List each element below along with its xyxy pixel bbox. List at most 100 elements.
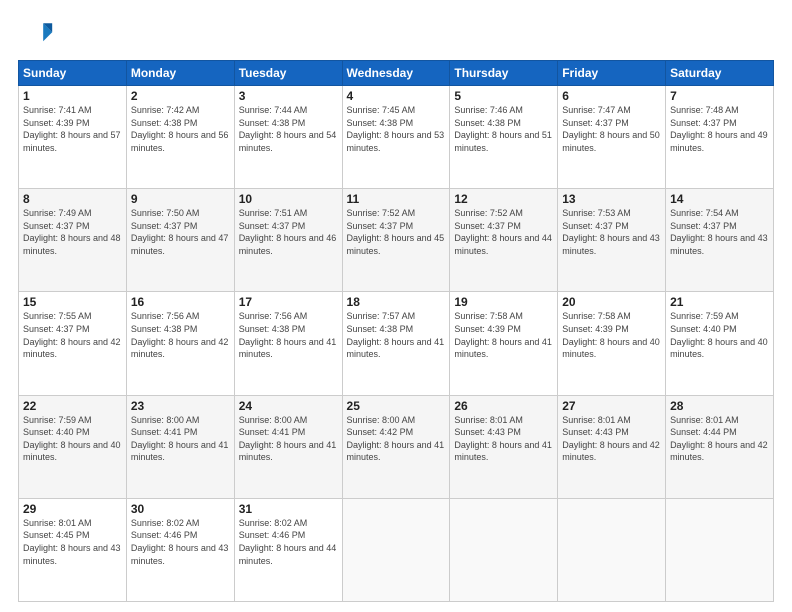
day-number: 16 [131, 295, 230, 309]
day-info: Sunrise: 7:58 AMSunset: 4:39 PMDaylight:… [454, 311, 552, 359]
day-number: 28 [670, 399, 769, 413]
day-info: Sunrise: 8:00 AMSunset: 4:41 PMDaylight:… [131, 415, 229, 463]
day-number: 19 [454, 295, 553, 309]
day-number: 24 [239, 399, 338, 413]
calendar-cell: 14 Sunrise: 7:54 AMSunset: 4:37 PMDaylig… [666, 189, 774, 292]
day-info: Sunrise: 7:45 AMSunset: 4:38 PMDaylight:… [347, 105, 445, 153]
day-number: 15 [23, 295, 122, 309]
day-info: Sunrise: 7:46 AMSunset: 4:38 PMDaylight:… [454, 105, 552, 153]
calendar-cell: 21 Sunrise: 7:59 AMSunset: 4:40 PMDaylig… [666, 292, 774, 395]
calendar-day-header: Tuesday [234, 61, 342, 86]
day-number: 4 [347, 89, 446, 103]
calendar-cell: 20 Sunrise: 7:58 AMSunset: 4:39 PMDaylig… [558, 292, 666, 395]
day-info: Sunrise: 7:57 AMSunset: 4:38 PMDaylight:… [347, 311, 445, 359]
day-number: 11 [347, 192, 446, 206]
day-number: 29 [23, 502, 122, 516]
day-number: 9 [131, 192, 230, 206]
calendar-cell: 11 Sunrise: 7:52 AMSunset: 4:37 PMDaylig… [342, 189, 450, 292]
calendar-day-header: Saturday [666, 61, 774, 86]
day-number: 31 [239, 502, 338, 516]
calendar-cell: 6 Sunrise: 7:47 AMSunset: 4:37 PMDayligh… [558, 86, 666, 189]
calendar-cell: 15 Sunrise: 7:55 AMSunset: 4:37 PMDaylig… [19, 292, 127, 395]
calendar-cell: 24 Sunrise: 8:00 AMSunset: 4:41 PMDaylig… [234, 395, 342, 498]
day-number: 20 [562, 295, 661, 309]
calendar-cell: 5 Sunrise: 7:46 AMSunset: 4:38 PMDayligh… [450, 86, 558, 189]
day-info: Sunrise: 7:52 AMSunset: 4:37 PMDaylight:… [454, 208, 552, 256]
calendar-cell [342, 498, 450, 601]
day-info: Sunrise: 8:00 AMSunset: 4:42 PMDaylight:… [347, 415, 445, 463]
calendar-week-row: 22 Sunrise: 7:59 AMSunset: 4:40 PMDaylig… [19, 395, 774, 498]
logo-icon [18, 16, 54, 52]
day-info: Sunrise: 7:54 AMSunset: 4:37 PMDaylight:… [670, 208, 768, 256]
day-info: Sunrise: 7:50 AMSunset: 4:37 PMDaylight:… [131, 208, 229, 256]
calendar-cell: 27 Sunrise: 8:01 AMSunset: 4:43 PMDaylig… [558, 395, 666, 498]
day-number: 1 [23, 89, 122, 103]
day-info: Sunrise: 7:58 AMSunset: 4:39 PMDaylight:… [562, 311, 660, 359]
day-info: Sunrise: 7:48 AMSunset: 4:37 PMDaylight:… [670, 105, 768, 153]
day-number: 27 [562, 399, 661, 413]
calendar-header-row: SundayMondayTuesdayWednesdayThursdayFrid… [19, 61, 774, 86]
page: SundayMondayTuesdayWednesdayThursdayFrid… [0, 0, 792, 612]
calendar-cell: 26 Sunrise: 8:01 AMSunset: 4:43 PMDaylig… [450, 395, 558, 498]
day-number: 25 [347, 399, 446, 413]
logo [18, 16, 58, 52]
day-number: 7 [670, 89, 769, 103]
calendar-week-row: 1 Sunrise: 7:41 AMSunset: 4:39 PMDayligh… [19, 86, 774, 189]
day-info: Sunrise: 7:47 AMSunset: 4:37 PMDaylight:… [562, 105, 660, 153]
day-info: Sunrise: 7:51 AMSunset: 4:37 PMDaylight:… [239, 208, 337, 256]
calendar-week-row: 15 Sunrise: 7:55 AMSunset: 4:37 PMDaylig… [19, 292, 774, 395]
day-number: 30 [131, 502, 230, 516]
day-info: Sunrise: 7:44 AMSunset: 4:38 PMDaylight:… [239, 105, 337, 153]
calendar-cell: 28 Sunrise: 8:01 AMSunset: 4:44 PMDaylig… [666, 395, 774, 498]
calendar-day-header: Monday [126, 61, 234, 86]
day-info: Sunrise: 8:00 AMSunset: 4:41 PMDaylight:… [239, 415, 337, 463]
calendar-week-row: 29 Sunrise: 8:01 AMSunset: 4:45 PMDaylig… [19, 498, 774, 601]
calendar-week-row: 8 Sunrise: 7:49 AMSunset: 4:37 PMDayligh… [19, 189, 774, 292]
day-number: 10 [239, 192, 338, 206]
calendar-cell: 31 Sunrise: 8:02 AMSunset: 4:46 PMDaylig… [234, 498, 342, 601]
day-number: 18 [347, 295, 446, 309]
day-number: 3 [239, 89, 338, 103]
day-info: Sunrise: 7:55 AMSunset: 4:37 PMDaylight:… [23, 311, 121, 359]
calendar-cell: 17 Sunrise: 7:56 AMSunset: 4:38 PMDaylig… [234, 292, 342, 395]
calendar-cell: 4 Sunrise: 7:45 AMSunset: 4:38 PMDayligh… [342, 86, 450, 189]
calendar-cell: 29 Sunrise: 8:01 AMSunset: 4:45 PMDaylig… [19, 498, 127, 601]
day-info: Sunrise: 7:56 AMSunset: 4:38 PMDaylight:… [131, 311, 229, 359]
day-info: Sunrise: 7:56 AMSunset: 4:38 PMDaylight:… [239, 311, 337, 359]
calendar-cell: 1 Sunrise: 7:41 AMSunset: 4:39 PMDayligh… [19, 86, 127, 189]
day-info: Sunrise: 7:53 AMSunset: 4:37 PMDaylight:… [562, 208, 660, 256]
calendar-cell: 7 Sunrise: 7:48 AMSunset: 4:37 PMDayligh… [666, 86, 774, 189]
calendar-cell: 16 Sunrise: 7:56 AMSunset: 4:38 PMDaylig… [126, 292, 234, 395]
day-number: 5 [454, 89, 553, 103]
calendar-day-header: Thursday [450, 61, 558, 86]
calendar-cell: 9 Sunrise: 7:50 AMSunset: 4:37 PMDayligh… [126, 189, 234, 292]
day-info: Sunrise: 8:01 AMSunset: 4:44 PMDaylight:… [670, 415, 768, 463]
day-number: 13 [562, 192, 661, 206]
day-info: Sunrise: 7:42 AMSunset: 4:38 PMDaylight:… [131, 105, 229, 153]
header [18, 16, 774, 52]
calendar-cell: 30 Sunrise: 8:02 AMSunset: 4:46 PMDaylig… [126, 498, 234, 601]
day-info: Sunrise: 7:52 AMSunset: 4:37 PMDaylight:… [347, 208, 445, 256]
calendar-cell: 19 Sunrise: 7:58 AMSunset: 4:39 PMDaylig… [450, 292, 558, 395]
calendar-cell: 18 Sunrise: 7:57 AMSunset: 4:38 PMDaylig… [342, 292, 450, 395]
calendar-cell: 23 Sunrise: 8:00 AMSunset: 4:41 PMDaylig… [126, 395, 234, 498]
calendar-cell: 12 Sunrise: 7:52 AMSunset: 4:37 PMDaylig… [450, 189, 558, 292]
day-info: Sunrise: 7:49 AMSunset: 4:37 PMDaylight:… [23, 208, 121, 256]
day-number: 6 [562, 89, 661, 103]
calendar-cell: 25 Sunrise: 8:00 AMSunset: 4:42 PMDaylig… [342, 395, 450, 498]
day-number: 14 [670, 192, 769, 206]
day-number: 21 [670, 295, 769, 309]
calendar-cell: 22 Sunrise: 7:59 AMSunset: 4:40 PMDaylig… [19, 395, 127, 498]
day-number: 2 [131, 89, 230, 103]
calendar-cell: 10 Sunrise: 7:51 AMSunset: 4:37 PMDaylig… [234, 189, 342, 292]
day-number: 12 [454, 192, 553, 206]
calendar-cell: 2 Sunrise: 7:42 AMSunset: 4:38 PMDayligh… [126, 86, 234, 189]
day-info: Sunrise: 8:01 AMSunset: 4:43 PMDaylight:… [562, 415, 660, 463]
day-info: Sunrise: 8:02 AMSunset: 4:46 PMDaylight:… [239, 518, 337, 566]
calendar-cell [558, 498, 666, 601]
day-info: Sunrise: 8:02 AMSunset: 4:46 PMDaylight:… [131, 518, 229, 566]
day-number: 26 [454, 399, 553, 413]
calendar-day-header: Friday [558, 61, 666, 86]
calendar-body: 1 Sunrise: 7:41 AMSunset: 4:39 PMDayligh… [19, 86, 774, 602]
calendar-day-header: Sunday [19, 61, 127, 86]
